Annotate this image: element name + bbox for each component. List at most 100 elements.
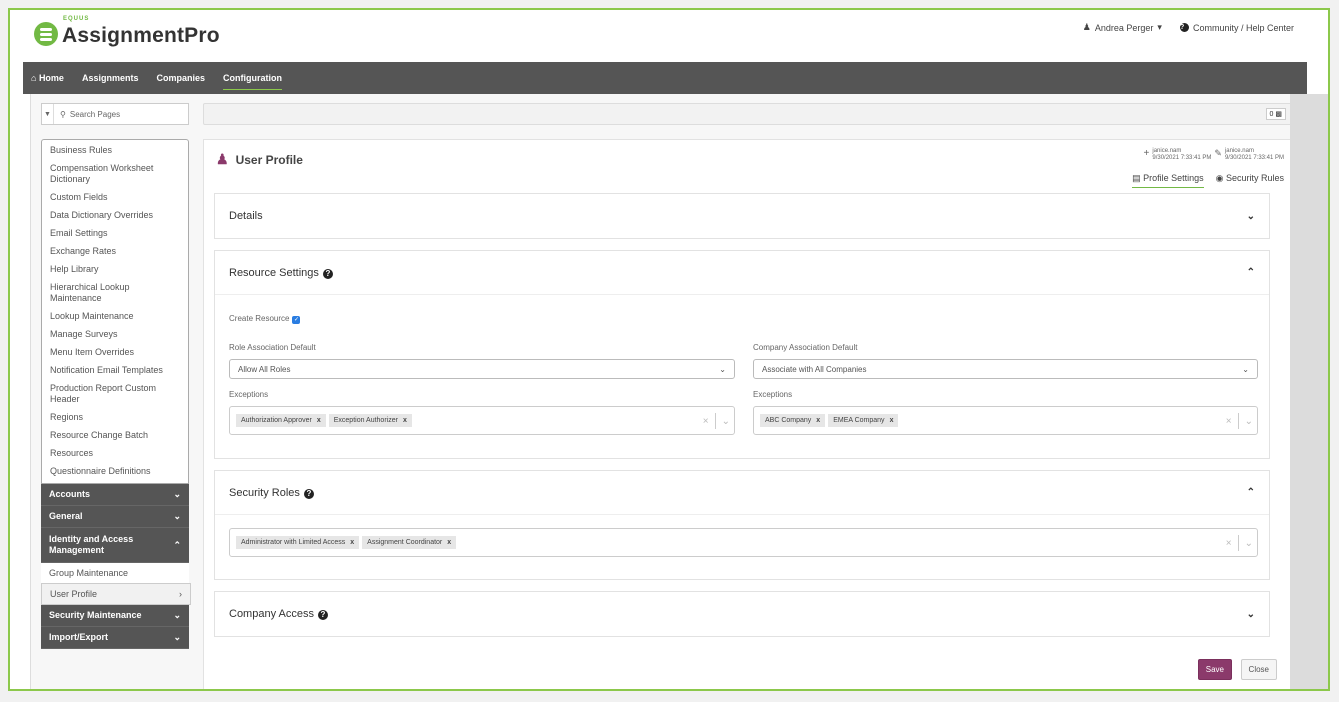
sidebar-item[interactable]: Email Settings — [42, 225, 188, 243]
chevron-up-icon[interactable]: ⌃ — [1247, 267, 1255, 278]
sidebar-item[interactable]: Resource Change Batch — [42, 427, 188, 445]
audit-info: + janice.nam 9/30/2021 7:33:41 PM ✎ janic… — [1143, 148, 1284, 161]
clear-icon[interactable]: × — [1226, 538, 1232, 549]
chevron-down-icon: ⌄ — [173, 511, 181, 521]
sidebar-list: Business Rules Compensation Worksheet Dic… — [41, 139, 189, 484]
sidebar-item[interactable]: Help Library — [42, 261, 188, 279]
clear-icon[interactable]: × — [1226, 416, 1232, 427]
nav-companies[interactable]: Companies — [156, 69, 205, 87]
create-resource-checkbox[interactable]: ✓ — [292, 316, 301, 324]
sidebar-item[interactable]: Custom Fields — [42, 189, 188, 207]
remove-chip-icon[interactable]: x — [317, 417, 321, 424]
company-exceptions-label: Exceptions — [753, 390, 793, 399]
chevron-right-icon: › — [179, 589, 182, 599]
resource-settings-header[interactable]: Resource Settings? ⌃ — [215, 251, 1269, 295]
sidebar-item[interactable]: Lookup Maintenance — [42, 308, 188, 326]
hierarchy-count-button[interactable]: 0 ▩ — [1265, 108, 1286, 120]
help-icon[interactable]: ? — [317, 610, 328, 620]
nav-home[interactable]: ⌂ Home — [31, 69, 64, 87]
company-exceptions-multiselect[interactable]: ABC Company x EMEA Company x × ⌄ — [753, 406, 1258, 435]
company-association-select[interactable]: Associate with All Companies ⌄ — [753, 359, 1258, 379]
role-association-label: Role Association Default — [229, 343, 316, 352]
tab-security-rules[interactable]: ◉ Security Rules — [1216, 173, 1284, 188]
remove-chip-icon[interactable]: x — [447, 539, 451, 546]
chevron-up-icon[interactable]: ⌃ — [1247, 487, 1255, 498]
right-gutter — [1290, 94, 1328, 689]
chevron-down-icon[interactable]: ⌄ — [1245, 538, 1253, 549]
sidebar-group-import-export[interactable]: Import/Export ⌄ — [41, 627, 189, 649]
home-icon: ⌂ — [31, 73, 39, 83]
sidebar-item[interactable]: Manage Surveys — [42, 326, 188, 344]
search-pages[interactable]: ▼ ⚲ Search Pages — [41, 103, 189, 125]
user-menu[interactable]: ♟ Andrea Perger ▾ — [1083, 22, 1162, 33]
id-card-icon: ▤ — [1132, 173, 1144, 183]
sidebar-item-group-maintenance[interactable]: Group Maintenance — [41, 563, 189, 583]
sidebar-group-general[interactable]: General ⌄ — [41, 506, 189, 528]
sidebar-group-iam[interactable]: Identity and Access Management ⌃ — [41, 528, 189, 563]
app-frame: EQUUS AssignmentPro ♟ Andrea Perger ▾ ? Com… — [8, 8, 1330, 691]
chip: ABC Company x — [760, 414, 826, 427]
sidebar-item[interactable]: Menu Item Overrides — [42, 344, 188, 362]
remove-chip-icon[interactable]: x — [350, 539, 354, 546]
sidebar-group-accounts[interactable]: Accounts ⌄ — [41, 484, 189, 506]
modified-icon: ✎ — [1214, 148, 1222, 158]
caret-down-icon: ▾ — [1157, 22, 1162, 32]
nav-assignments[interactable]: Assignments — [82, 69, 139, 87]
remove-chip-icon[interactable]: x — [403, 417, 407, 424]
nav-configuration[interactable]: Configuration — [222, 69, 282, 90]
question-icon: ? — [1179, 23, 1189, 32]
search-input[interactable]: Search Pages — [70, 110, 120, 119]
sidebar-item-user-profile[interactable]: User Profile › — [41, 583, 191, 605]
sidebar-item[interactable]: Exchange Rates — [42, 243, 188, 261]
sidebar-item[interactable]: Production Report Custom Header — [42, 380, 188, 409]
company-association-label: Company Association Default — [753, 343, 858, 352]
chevron-down-icon[interactable]: ⌄ — [722, 416, 730, 427]
brand-small: EQUUS — [63, 16, 90, 22]
main-panel: ♟ User Profile + janice.nam 9/30/2021 7:3… — [203, 139, 1293, 689]
sidebar-item[interactable]: Questionnaire Definitions — [42, 463, 188, 481]
sidebar-item[interactable]: Notification Email Templates — [42, 362, 188, 380]
close-button[interactable]: Close — [1240, 659, 1277, 680]
help-icon[interactable]: ? — [322, 268, 333, 279]
sidebar-item[interactable]: Regions — [42, 409, 188, 427]
chevron-down-icon: ⌄ — [173, 489, 181, 499]
help-center-link[interactable]: ? Community / Help Center — [1179, 22, 1294, 33]
chevron-down-icon[interactable]: ⌄ — [1245, 416, 1253, 427]
chip: Authorization Approver x — [236, 414, 326, 427]
chevron-down-icon: ⌄ — [173, 610, 181, 620]
sidebar-group-security[interactable]: Security Maintenance ⌄ — [41, 605, 189, 627]
chevron-down-icon[interactable]: ⌄ — [1247, 211, 1255, 222]
shield-icon: ◉ — [1215, 173, 1226, 183]
help-icon[interactable]: ? — [303, 488, 314, 499]
content-area: ▼ ⚲ Search Pages 0 ▩ Business Rules Compe… — [30, 94, 1307, 689]
save-button[interactable]: Save — [1197, 659, 1232, 680]
clear-icon[interactable]: × — [703, 416, 709, 427]
security-roles-header[interactable]: Security Roles? ⌃ — [215, 471, 1269, 515]
logo[interactable]: EQUUS AssignmentPro — [34, 16, 220, 48]
panel-company-access[interactable]: Company Access? ⌄ — [214, 591, 1270, 637]
sidebar: Business Rules Compensation Worksheet Dic… — [41, 139, 191, 649]
created-icon: + — [1143, 148, 1150, 159]
search-dropdown-icon[interactable]: ▼ — [42, 104, 54, 124]
panel-details[interactable]: Details ⌄ — [214, 193, 1270, 239]
sidebar-item[interactable]: Hierarchical Lookup Maintenance — [42, 279, 188, 308]
sidebar-item[interactable]: Resources — [42, 445, 188, 463]
sidebar-item[interactable]: Data Dictionary Overrides — [42, 207, 188, 225]
remove-chip-icon[interactable]: x — [890, 417, 894, 424]
sidebar-item[interactable]: Business Rules — [42, 142, 188, 160]
sidebar-item[interactable]: Compensation Worksheet Dictionary — [42, 160, 188, 189]
remove-chip-icon[interactable]: x — [816, 417, 820, 424]
chevron-down-icon: ⌄ — [1242, 365, 1249, 374]
tab-profile-settings[interactable]: ▤ Profile Settings — [1132, 173, 1204, 188]
chevron-down-icon[interactable]: ⌄ — [1247, 609, 1255, 620]
panel-resource-settings: Resource Settings? ⌃ Create Resource ✓ Rol… — [214, 250, 1270, 459]
sitemap-icon: ▩ — [1275, 111, 1282, 118]
user-icon: ♟ — [1082, 22, 1091, 32]
role-association-select[interactable]: Allow All Roles ⌄ — [229, 359, 735, 379]
security-roles-multiselect[interactable]: Administrator with Limited Access x Assig… — [229, 528, 1258, 557]
chevron-up-icon: ⌃ — [173, 539, 181, 550]
chip: Administrator with Limited Access x — [236, 536, 360, 549]
logo-icon — [34, 22, 58, 46]
role-exceptions-multiselect[interactable]: Authorization Approver x Exception Author… — [229, 406, 735, 435]
user-profile-icon: ♟ — [216, 151, 229, 167]
